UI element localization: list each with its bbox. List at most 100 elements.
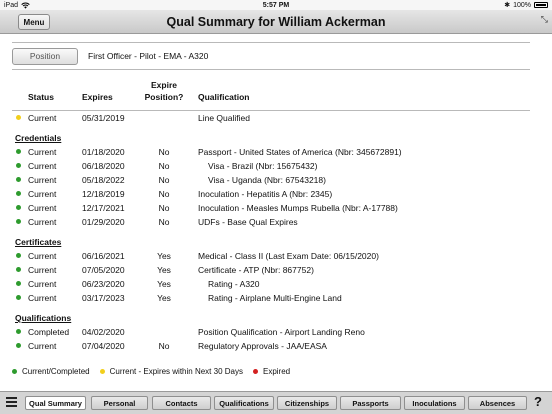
status-dot-icon: [16, 191, 21, 196]
status-column-header: Status: [28, 92, 54, 102]
bottom-tab-bar: Qual Summary Personal Contacts Qualificatio…: [0, 391, 552, 414]
expires-cell: 04/02/2020: [82, 327, 125, 337]
status-cell: Current: [28, 251, 57, 261]
expire-position-cell: No: [158, 175, 170, 185]
status-cell: Current: [28, 279, 57, 289]
expires-column-header: Expires: [82, 92, 113, 102]
bluetooth-icon: ✱: [504, 2, 511, 9]
section-title: Certificates: [15, 237, 62, 247]
tab-qualifications[interactable]: Qualifications: [214, 396, 274, 410]
table-header: Status Expires Expire Position? Qualific…: [12, 80, 530, 110]
table-row[interactable]: Current 05/18/2022 No Visa - Uganda (Nbr: 6…: [12, 173, 530, 187]
status-cell: Current: [28, 341, 57, 351]
status-legend: Current/Completed Current - Expires withi…: [12, 367, 530, 376]
table-row[interactable]: Current 01/29/2020 No UDFs - Base Qual Expi…: [12, 215, 530, 229]
qualification-cell: Rating - Airplane Multi-Engine Land: [208, 293, 342, 303]
table-row[interactable]: Current 07/05/2020 Yes Certificate - ATP (N…: [12, 263, 530, 277]
help-button[interactable]: ?: [534, 394, 542, 409]
status-cell: Current: [28, 293, 57, 303]
menu-button[interactable]: Menu: [18, 14, 50, 30]
qualification-cell: Position Qualification - Airport Landing…: [198, 327, 365, 337]
tab-passports[interactable]: Passports: [340, 396, 401, 410]
battery-percent: 100%: [513, 1, 531, 9]
tab-contacts[interactable]: Contacts: [152, 396, 211, 410]
section-header: Qualifications: [12, 310, 530, 325]
qualification-cell: Inoculation - Measles Mumps Rubella (Nbr…: [198, 203, 398, 213]
clock: 5:57 PM: [262, 1, 290, 9]
battery-icon: [533, 2, 548, 8]
expires-cell: 01/18/2020: [82, 147, 125, 157]
table-row[interactable]: Current 12/17/2021 No Inoculation - Measles…: [12, 201, 530, 215]
table-row[interactable]: Current 07/04/2020 No Regulatory Approvals …: [12, 339, 530, 353]
expire-position-cell: No: [158, 203, 170, 213]
status-dot-icon: [16, 343, 21, 348]
status-cell: Completed: [28, 327, 70, 337]
table-row[interactable]: Current 12/18/2019 No Inoculation - Hepatit…: [12, 187, 530, 201]
expire-position-cell: No: [158, 217, 170, 227]
expire-position-cell: Yes: [157, 265, 171, 275]
status-cell: Current: [28, 203, 57, 213]
expires-cell: 12/18/2019: [82, 189, 125, 199]
section-header: Credentials: [12, 130, 530, 145]
status-cell: Current: [28, 161, 57, 171]
table-row[interactable]: Current 01/18/2020 No Passport - United Sta…: [12, 145, 530, 159]
table-row[interactable]: Current 06/18/2020 No Visa - Brazil (Nbr: 1…: [12, 159, 530, 173]
expire-position-column-header-line2: Position?: [144, 92, 184, 102]
wifi-icon: [21, 2, 30, 9]
table-row[interactable]: Current 06/23/2020 Yes Rating - A320: [12, 277, 530, 291]
expand-icon[interactable]: ⤡: [541, 14, 548, 25]
legend-label: Current/Completed: [22, 367, 90, 376]
qualification-cell: Certificate - ATP (Nbr: 867752): [198, 265, 314, 275]
section-title: Credentials: [15, 133, 62, 143]
expire-position-column-header-line1: Expire: [151, 80, 177, 90]
status-dot-icon: [16, 295, 21, 300]
legend-item: Current - Expires within Next 30 Days: [99, 367, 243, 376]
divider: [12, 69, 530, 70]
status-dot-icon: [16, 115, 21, 120]
expires-cell: 06/16/2021: [82, 251, 125, 261]
qual-summary-content: Position First Officer - Pilot - EMA - A…: [12, 42, 530, 353]
expire-position-cell: Yes: [157, 293, 171, 303]
qualification-table-body: Current 05/31/2019 Line Qualified Credentia…: [12, 111, 530, 353]
qualification-cell: Visa - Brazil (Nbr: 15675432): [208, 161, 318, 171]
qualification-cell: Line Qualified: [198, 113, 250, 123]
section-header: Certificates: [12, 234, 530, 249]
position-button[interactable]: Position: [12, 47, 78, 65]
legend-item: Expired: [252, 367, 290, 376]
qualification-column-header: Qualification: [198, 92, 250, 102]
table-row[interactable]: Current 05/31/2019 Line Qualified: [12, 111, 530, 125]
section-title: Qualifications: [15, 313, 72, 323]
tab-qual-summary[interactable]: Qual Summary: [25, 396, 86, 410]
status-cell: Current: [28, 189, 57, 199]
expire-position-cell: Yes: [157, 279, 171, 289]
status-dot-icon: [16, 329, 21, 334]
expires-cell: 01/29/2020: [82, 217, 125, 227]
hamburger-menu-icon[interactable]: [6, 397, 17, 409]
tab-inoculations[interactable]: Inoculations: [404, 396, 465, 410]
expires-cell: 06/23/2020: [82, 279, 125, 289]
table-row[interactable]: Completed 04/02/2020 Position Qualificatio…: [12, 325, 530, 339]
qualification-cell: Inoculation - Hepatitis A (Nbr: 2345): [198, 189, 333, 199]
expire-position-cell: No: [158, 147, 170, 157]
status-cell: Current: [28, 113, 57, 123]
expires-cell: 12/17/2021: [82, 203, 125, 213]
qualification-cell: Rating - A320: [208, 279, 260, 289]
qualification-cell: Regulatory Approvals - JAA/EASA: [198, 341, 327, 351]
expires-cell: 07/05/2020: [82, 265, 125, 275]
status-cell: Current: [28, 217, 57, 227]
qualification-cell: Medical - Class II (Last Exam Date: 06/1…: [198, 251, 379, 261]
table-row[interactable]: Current 06/16/2021 Yes Medical - Class II (…: [12, 249, 530, 263]
table-row[interactable]: Current 03/17/2023 Yes Rating - Airplane Mu…: [12, 291, 530, 305]
position-row: Position First Officer - Pilot - EMA - A…: [12, 43, 530, 69]
legend-dot-icon: [12, 369, 17, 374]
legend-item: Current/Completed: [12, 367, 90, 376]
tab-personal[interactable]: Personal: [91, 396, 148, 410]
status-dot-icon: [16, 163, 21, 168]
page-title: Qual Summary for William Ackerman: [166, 14, 386, 29]
tab-citizenships[interactable]: Citizenships: [277, 396, 337, 410]
legend-label: Current - Expires within Next 30 Days: [109, 367, 243, 376]
status-dot-icon: [16, 205, 21, 210]
qualification-cell: UDFs - Base Qual Expires: [198, 217, 298, 227]
tab-absences[interactable]: Absences: [468, 396, 527, 410]
qualification-cell: Passport - United States of America (Nbr…: [198, 147, 402, 157]
